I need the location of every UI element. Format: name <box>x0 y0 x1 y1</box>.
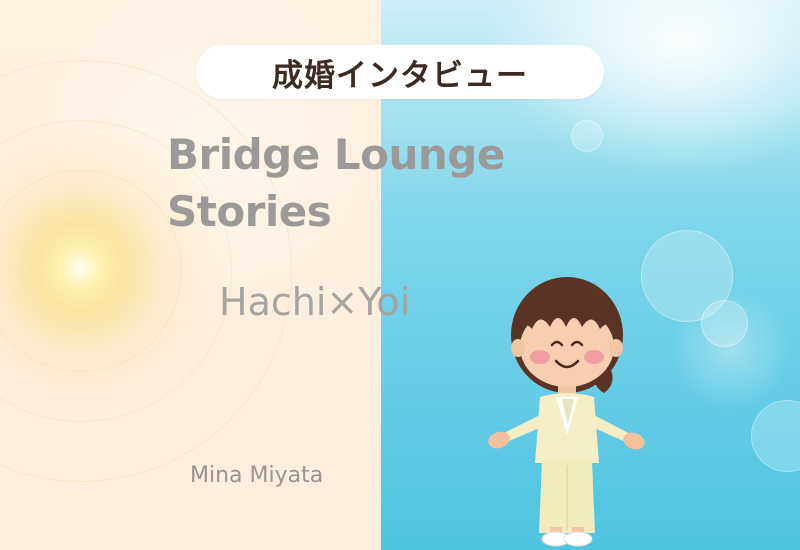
title-line-1: Bridge Lounge <box>167 130 505 179</box>
interview-badge: 成婚インタビュー <box>196 45 604 99</box>
page-title: Bridge Lounge Stories <box>167 126 505 240</box>
interview-badge-label: 成婚インタビュー <box>272 57 528 94</box>
girl-character-icon <box>488 277 645 547</box>
title-line-2: Stories <box>167 187 332 236</box>
couple-names: Hachi×Yoi <box>219 280 411 324</box>
hero-image: 成婚インタビュー Bridge Lounge Stories Hachi×Yoi… <box>0 0 800 550</box>
author-name: Mina Miyata <box>190 463 324 488</box>
